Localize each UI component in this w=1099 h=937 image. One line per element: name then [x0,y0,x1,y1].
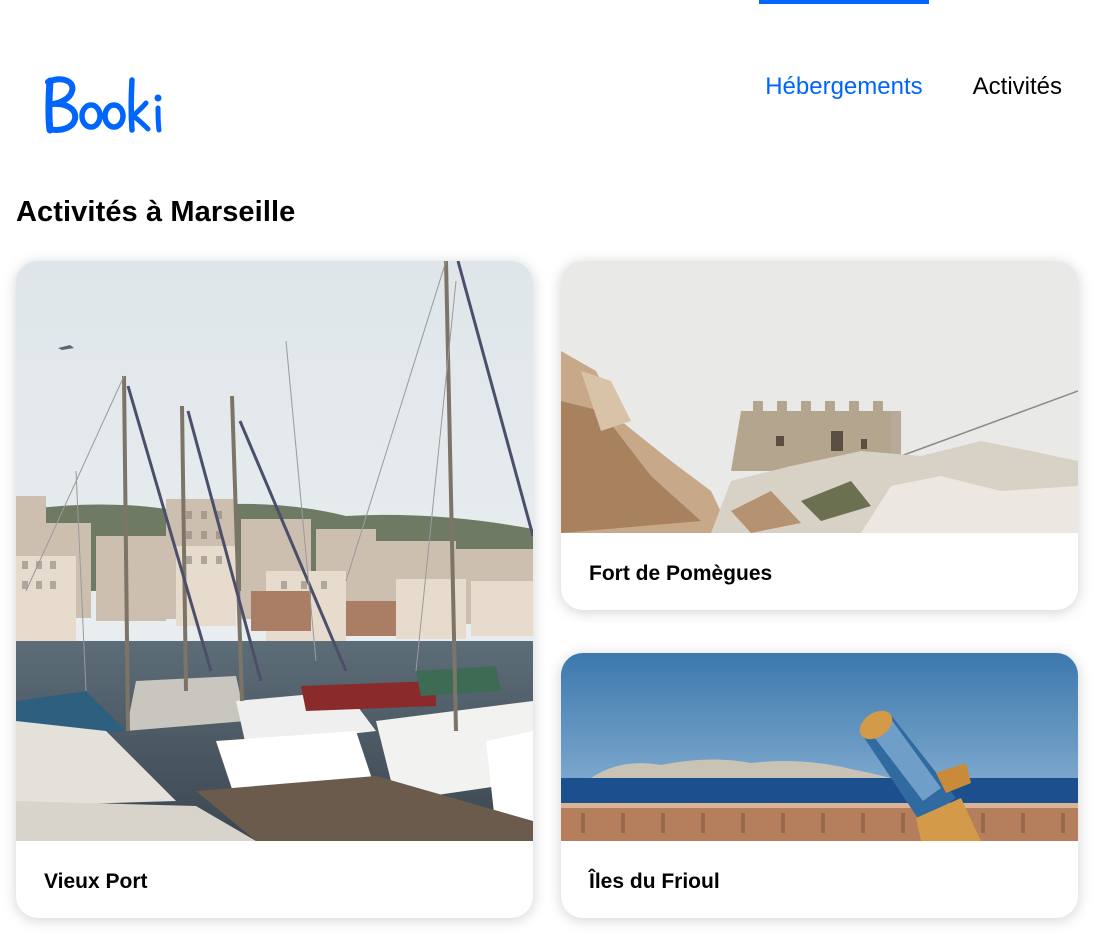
nav-link-hebergements[interactable]: Hébergements [759,0,929,130]
nav-link-label: Activités [972,73,1062,100]
activity-card-title: Îles du Frioul [589,870,720,893]
nav-link-label: Hébergements [765,73,923,100]
harbor-with-sailboats-photo [16,261,533,841]
activity-card-title: Vieux Port [44,870,148,893]
main-nav: Hébergements Activités [759,0,1062,130]
booki-logo-wordmark [45,76,162,134]
islands-sea-telescope-photo [561,653,1078,841]
site-header: Hébergements Activités [0,0,1099,175]
fortress-on-rocks-photo [561,261,1078,533]
active-tab-indicator [759,0,929,4]
nav-link-activites[interactable]: Activités [973,0,1062,130]
activity-card-fort-de-pomegues[interactable]: Fort de Pomègues [561,261,1078,610]
activity-card-title: Fort de Pomègues [589,562,773,585]
page-title: Activités à Marseille [16,196,296,228]
activity-card-vieux-port[interactable]: Vieux Port [16,261,533,918]
activity-card-iles-du-frioul[interactable]: Îles du Frioul [561,653,1078,918]
booki-logo[interactable] [42,72,166,138]
